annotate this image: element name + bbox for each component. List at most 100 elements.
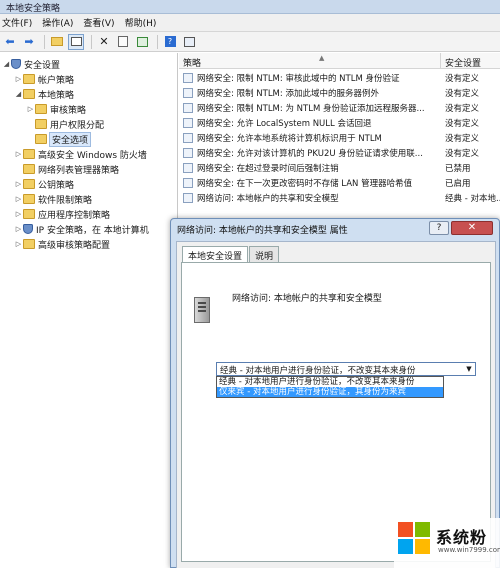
tree-item[interactable]: ▷ 软件限制策略 [14,192,92,206]
dialog-tabs: 本地安全设置 说明 [182,246,280,263]
properties-icon[interactable] [115,34,131,50]
windows-logo-icon [398,522,432,556]
tree-item-label: 网络列表管理器策略 [38,165,120,176]
policy-icon [183,163,193,173]
policy-setting: 没有定义 [445,89,480,99]
tree-item-label: 帐户策略 [38,75,75,86]
expand-arrow-icon[interactable]: ▷ [26,105,35,113]
tree-item[interactable]: ▷ 高级安全 Windows 防火墙 [14,147,147,161]
folder-icon [23,164,35,174]
policy-name: 网络安全: 在超过登录时间后强制注销 [197,164,339,174]
column-header-setting[interactable]: 安全设置 [445,56,481,69]
expand-arrow-icon[interactable]: ▷ [14,240,23,248]
table-row[interactable]: 网络安全: 限制 NTLM: 审核此域中的 NTLM 身份验证 没有定义 [179,71,500,85]
folder-icon [35,119,47,129]
tree-item[interactable]: ▷ 帐户策略 [14,72,74,86]
sort-up-icon: ▲ [319,54,325,62]
policy-name: 网络安全: 允许对该计算机的 PKU2U 身份验证请求使用联... [197,149,423,159]
tree-item[interactable]: 用户权限分配 [26,117,104,131]
policy-icon [183,118,193,128]
table-row[interactable]: 网络安全: 允许本地系统将计算机标识用于 NTLM 没有定义 [179,131,500,145]
expand-arrow-icon[interactable]: ▷ [14,180,23,188]
back-icon[interactable]: ⬅ [2,34,18,50]
forward-icon[interactable]: ➡ [21,34,37,50]
dialog-close-button[interactable]: ✕ [451,221,493,235]
policy-setting: 没有定义 [445,74,480,84]
expand-arrow-icon[interactable]: ▷ [14,210,23,218]
column-divider[interactable] [440,53,441,69]
tree-item[interactable]: 安全选项 [26,131,92,147]
menu-view[interactable]: 查看(V) [81,16,122,29]
dialog-help-button[interactable]: ? [429,221,449,235]
expand-arrow-icon[interactable]: ▷ [14,150,23,158]
policy-icon [183,193,193,203]
table-row[interactable]: 网络访问: 本地帐户的共享和安全模型 经典 - 对本地... [179,191,500,205]
toolbar-separator [157,34,158,49]
policy-name: 网络安全: 允许 LocalSystem NULL 会话回退 [197,119,372,129]
table-row[interactable]: 网络安全: 限制 NTLM: 添加此域中的服务器例外 没有定义 [179,86,500,100]
policy-setting: 经典 - 对本地... [445,194,500,204]
policy-name: 网络访问: 本地帐户的共享和安全模型 [197,194,339,204]
console-tree: ◢ 安全设置 ▷ 帐户策略 ◢ 本地策略 ▷ 审核策略 用户权限分配 安全选项 ▷ 高级安全 Wind… [0,53,178,568]
tree-item-label: 高级审核策略配置 [38,240,111,251]
tree-item-label: 审核策略 [50,105,87,116]
chevron-down-icon[interactable]: ▼ [463,363,475,375]
tree-item-label: 高级安全 Windows 防火墙 [38,150,147,161]
folder-icon [23,149,35,159]
dropdown-option-classic[interactable]: 经典 - 对本地用户进行身份验证，不改变其本来身份 [217,377,443,387]
delete-icon[interactable]: ✕ [96,34,112,50]
export-icon[interactable] [134,34,150,50]
expand-arrow-icon[interactable]: ▷ [14,195,23,203]
policy-icon [183,103,193,113]
folder-icon [35,104,47,114]
window-title: 本地安全策略 [6,4,61,14]
table-row[interactable]: 网络安全: 在超过登录时间后强制注销 已禁用 [179,161,500,175]
expand-arrow-icon[interactable]: ▷ [14,75,23,83]
folder-icon [23,194,35,204]
tree-item-label: 应用程序控制策略 [38,210,111,221]
console-tree-icon[interactable] [68,33,84,50]
column-header-policy[interactable]: 策略 [183,56,201,69]
help-icon[interactable]: ? [162,34,178,50]
policy-icon [183,133,193,143]
watermark: 系统粉 www.win7999.com [394,518,500,568]
policy-setting: 没有定义 [445,119,480,129]
policy-name: 网络安全: 在下一次更改密码时不存储 LAN 管理器哈希值 [197,179,413,189]
tree-item[interactable]: ▷ 高级审核策略配置 [14,237,110,251]
menu-action[interactable]: 操作(A) [40,16,81,29]
menu-help[interactable]: 帮助(H) [123,16,165,29]
sharing-model-select[interactable]: 经典 - 对本地用户进行身份验证，不改变其本来身份 ▼ [216,362,476,376]
folder-up-icon[interactable] [49,34,65,50]
policy-icon [183,73,193,83]
window-titlebar: 本地安全策略 [0,0,500,14]
panel-icon[interactable] [181,34,197,50]
tab-explain[interactable]: 说明 [249,246,280,262]
folder-icon [23,209,35,219]
dropdown-list: 经典 - 对本地用户进行身份验证，不改变其本来身份 仅来宾 - 对本地用户进行身… [216,376,444,398]
tree-item[interactable]: 网络列表管理器策略 [14,162,119,176]
folder-icon [23,74,35,84]
policy-setting: 已启用 [445,179,471,189]
tree-item[interactable]: ◢ 本地策略 [14,87,74,101]
list-header: 策略 ▲ 安全设置 [179,53,500,69]
tree-item[interactable]: ▷ 应用程序控制策略 [14,207,110,221]
dropdown-option-guest-only[interactable]: 仅来宾 - 对本地用户进行身份验证，其身份为来宾 [217,387,443,397]
tree-item[interactable]: ◢ 安全设置 [2,57,60,71]
tree-item-label: 安全选项 [48,131,92,147]
folder-icon [35,134,47,144]
tree-item[interactable]: ▷ IP 安全策略，在 本地计算机 [14,222,149,236]
toolbar: ⬅ ➡ ✕ ? [0,32,500,52]
tree-item[interactable]: ▷ 审核策略 [26,102,86,116]
expand-arrow-icon[interactable]: ◢ [2,60,11,68]
tree-item-label: 安全设置 [24,60,61,71]
table-row[interactable]: 网络安全: 允许对该计算机的 PKU2U 身份验证请求使用联... 没有定义 [179,146,500,160]
tree-item-label: 公钥策略 [38,180,75,191]
table-row[interactable]: 网络安全: 允许 LocalSystem NULL 会话回退 没有定义 [179,116,500,130]
table-row[interactable]: 网络安全: 限制 NTLM: 为 NTLM 身份验证添加远程服务器... 没有定义 [179,101,500,115]
tab-local-security-setting[interactable]: 本地安全设置 [182,246,249,263]
tree-item[interactable]: ▷ 公钥策略 [14,177,74,191]
menu-file[interactable]: 文件(F) [0,16,40,29]
expand-arrow-icon[interactable]: ◢ [14,90,23,98]
expand-arrow-icon[interactable]: ▷ [14,225,23,233]
table-row[interactable]: 网络安全: 在下一次更改密码时不存储 LAN 管理器哈希值 已启用 [179,176,500,190]
